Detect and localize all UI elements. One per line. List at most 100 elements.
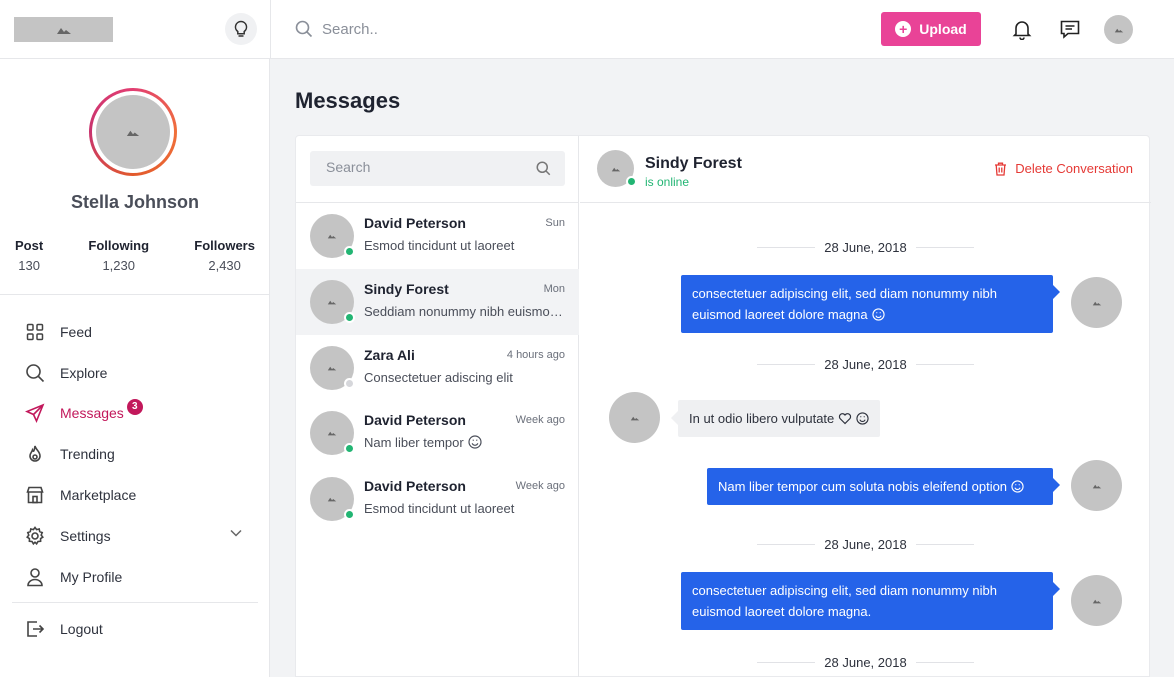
conversation-item[interactable]: Zara Ali 4 hours ago Consectetuer adisci… (296, 335, 579, 401)
conversation-time: Mon (543, 283, 565, 295)
unread-badge: 3 (126, 399, 143, 415)
contact-name: Sindy Forest (364, 281, 449, 297)
profile-avatar-ring[interactable] (89, 88, 177, 176)
sidebar-item-explore[interactable]: Explore (24, 358, 254, 388)
grid-icon (24, 321, 46, 343)
separator-line (916, 662, 974, 663)
image-placeholder-icon (327, 234, 337, 239)
messages-panel: David Peterson Sun Esmod tincidunt ut la… (295, 135, 1151, 677)
message-preview: Esmod tincidunt ut laoreet (364, 501, 515, 516)
stat-value: 2,430 (208, 258, 241, 273)
image-placeholder-icon (1092, 301, 1101, 305)
date-separator: 28 June, 2018 (757, 354, 974, 374)
sidebar-item-messages[interactable]: Messages 3 (24, 398, 254, 428)
date-separator: 28 June, 2018 (757, 237, 974, 257)
store-icon (24, 484, 46, 506)
outgoing-message: Nam liber tempor cum soluta nobis eleife… (707, 468, 1060, 505)
chevron-down-icon[interactable] (230, 529, 242, 537)
sidebar-item-feed[interactable]: Feed (24, 317, 254, 347)
image-placeholder-icon (126, 130, 140, 136)
image-placeholder-icon (630, 416, 639, 420)
conversation-list: David Peterson Sun Esmod tincidunt ut la… (296, 136, 579, 677)
conversation-item[interactable]: David Peterson Week ago Nam liber tempor (296, 400, 579, 466)
trash-icon (995, 162, 1007, 176)
sender-avatar (1071, 460, 1122, 511)
logout-button[interactable]: Logout (24, 614, 254, 644)
contact-name: Zara Ali (364, 347, 415, 363)
online-status-dot (626, 176, 637, 187)
message-preview: Nam liber tempor (364, 435, 566, 450)
sidebar-item-settings[interactable]: Settings (24, 521, 254, 551)
smiley-icon (1011, 480, 1024, 493)
delete-conversation-label: Delete Conversation (1015, 161, 1133, 176)
page-title: Messages (295, 88, 401, 113)
logo[interactable] (14, 17, 113, 42)
flame-icon (24, 443, 46, 465)
contact-avatar[interactable] (597, 150, 637, 187)
outgoing-message: consectetuer adipiscing elit, sed diam n… (681, 572, 1060, 630)
upload-button[interactable]: + Upload (881, 12, 981, 46)
message-line: Nam liber tempor cum soluta nobis eleife… (718, 479, 1008, 494)
conversation-time: Week ago (515, 480, 565, 492)
online-status-dot (344, 443, 355, 454)
chat-icon[interactable] (1059, 18, 1081, 40)
search-icon (24, 362, 46, 384)
conversation-search-input[interactable] (326, 159, 526, 175)
lightbulb-button[interactable] (225, 13, 257, 45)
image-placeholder-icon (611, 167, 620, 171)
contact-avatar (310, 214, 355, 258)
plus-circle-icon: + (895, 21, 912, 37)
smiley-icon (468, 435, 482, 449)
sidebar-item-trending[interactable]: Trending (24, 439, 254, 469)
contact-avatar (310, 346, 355, 390)
image-placeholder-icon (327, 366, 337, 371)
conversation-item-selected[interactable]: Sindy Forest Mon Seddiam nonummy nibh eu… (296, 269, 579, 335)
online-status-dot (344, 509, 355, 520)
stat-posts[interactable]: Post 130 (15, 238, 43, 273)
online-status-dot (344, 246, 355, 257)
user-avatar[interactable] (1104, 15, 1133, 44)
message-preview: Esmod tincidunt ut laoreet (364, 238, 515, 253)
stat-following[interactable]: Following 1,230 (88, 238, 149, 273)
sidebar-item-label: Messages (60, 405, 124, 421)
bell-icon[interactable] (1011, 18, 1033, 40)
contact-avatar (310, 477, 355, 521)
profile-stats: Post 130 Following 1,230 Followers 2,430 (15, 238, 255, 273)
profile-name: Stella Johnson (70, 192, 200, 212)
message-line: In ut odio libero vulputate (689, 411, 835, 426)
incoming-message: In ut odio libero vulputate (670, 400, 881, 437)
message-line: consectetuer adipiscing elit, sed diam n… (692, 583, 997, 598)
stat-followers[interactable]: Followers 2,430 (194, 238, 255, 273)
search-icon[interactable] (536, 161, 551, 176)
offline-status-dot (344, 378, 355, 389)
message-line: consectetuer adipiscing elit, sed diam n… (692, 286, 997, 301)
sender-avatar (1071, 277, 1122, 328)
message-preview: Consectetuer adiscing elit (364, 370, 513, 385)
outgoing-message: consectetuer adipiscing elit, sed diam n… (681, 275, 1060, 333)
chat-contact-status: is online (645, 175, 690, 189)
delete-conversation-button[interactable]: Delete Conversation (994, 161, 1133, 176)
contact-name: David Peterson (364, 215, 466, 231)
message-preview: Seddiam nonummy nibh euismod laoreet (364, 304, 566, 319)
gear-icon (24, 525, 46, 547)
profile-avatar (96, 95, 170, 169)
date-separator: 28 June, 2018 (757, 652, 974, 672)
stat-value: 130 (18, 258, 40, 273)
divider (0, 294, 270, 295)
stat-label: Following (88, 238, 150, 253)
conversation-search[interactable] (310, 151, 565, 186)
message-line: euismod laoreet dolore magna. (692, 604, 872, 619)
logout-label: Logout (60, 621, 103, 637)
contact-name: David Peterson (364, 478, 466, 494)
divider (12, 602, 258, 603)
global-search-input[interactable] (322, 15, 722, 43)
image-placeholder-icon (1092, 484, 1101, 488)
sidebar-item-marketplace[interactable]: Marketplace (24, 480, 254, 510)
conversation-item[interactable]: David Peterson Week ago Esmod tincidunt … (296, 466, 579, 532)
sidebar-item-label: Marketplace (60, 487, 137, 503)
sidebar-item-my-profile[interactable]: My Profile (24, 562, 254, 592)
sidebar-item-label: My Profile (60, 569, 123, 585)
image-placeholder-icon (1092, 599, 1101, 603)
conversation-item[interactable]: David Peterson Sun Esmod tincidunt ut la… (296, 203, 579, 269)
online-status-dot (344, 312, 355, 323)
